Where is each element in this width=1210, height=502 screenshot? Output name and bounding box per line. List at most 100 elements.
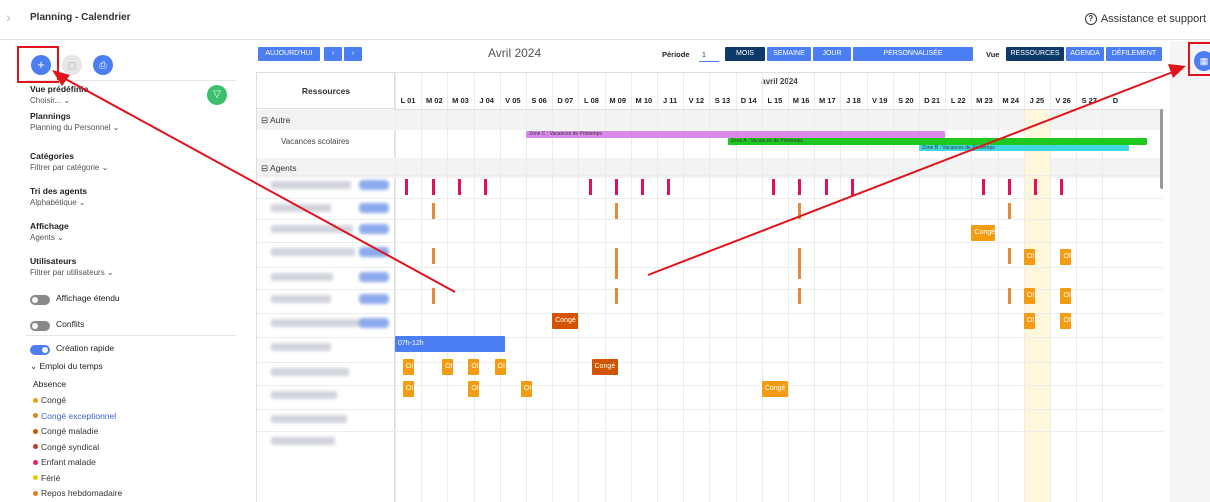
help-link[interactable]: ? Assistance et support [1084, 13, 1206, 25]
vue-defilement[interactable]: DÉFILEMENT [1106, 47, 1162, 61]
agent-name[interactable] [271, 181, 351, 189]
emploi-du-temps[interactable]: ⌄ Emploi du temps [30, 361, 103, 372]
agent-name[interactable] [271, 368, 349, 376]
oi-pill[interactable]: OI [1023, 288, 1035, 304]
oi-pill[interactable]: OI [468, 381, 480, 397]
absence-mark[interactable] [1008, 203, 1012, 219]
scrollbar[interactable] [1160, 109, 1163, 189]
vue-predefinie[interactable]: Vue prédéfinie Choisir... ⌄ [30, 84, 88, 106]
agent-name[interactable] [271, 204, 331, 212]
agent-name[interactable] [271, 437, 335, 445]
absence-mark[interactable] [1008, 248, 1012, 264]
oi-pill[interactable]: OI [1023, 313, 1035, 329]
legend-item[interactable]: Congé [33, 395, 66, 405]
conge-pill[interactable]: Congé [591, 359, 618, 375]
absence-mark[interactable] [798, 179, 802, 195]
group-agents[interactable]: ⊟ Agents [261, 163, 296, 174]
absence-mark[interactable] [431, 248, 435, 264]
zone-b-bar[interactable]: Zone B : Vacances de Printemps [919, 145, 1129, 151]
agent-name[interactable] [271, 319, 361, 327]
absence-mark[interactable] [615, 288, 619, 304]
filter-icon[interactable]: ▽ [207, 85, 227, 105]
categories-select[interactable]: Catégories Filtrer par catégorie ⌄ [30, 151, 108, 173]
zone-a-bar[interactable]: Zone A : Vacances de Printemps [727, 138, 1147, 145]
absence-mark[interactable] [981, 179, 985, 195]
time-slot[interactable]: 07h-12h [395, 336, 505, 352]
legend-item[interactable]: Férié [33, 473, 60, 483]
prev-button[interactable]: ‹ [324, 47, 342, 61]
conge-pill[interactable]: Congé [971, 225, 996, 241]
oi-pill[interactable]: OI [1060, 288, 1072, 304]
legend-item[interactable]: Congé maladie [33, 426, 98, 436]
agent-name[interactable] [271, 415, 347, 423]
agent-name[interactable] [271, 225, 353, 233]
period-input[interactable]: 1 [699, 49, 719, 62]
conge-pill[interactable]: Congé [761, 381, 788, 397]
toggle-conflits[interactable] [30, 321, 50, 331]
legend-item[interactable]: Enfant malade [33, 457, 96, 467]
oi-pill[interactable]: OI [1023, 249, 1035, 265]
absence-mark[interactable] [615, 263, 619, 279]
legend-item[interactable]: Congé syndical [33, 442, 99, 452]
plannings-select[interactable]: Plannings Planning du Personnel ⌄ [30, 111, 119, 133]
oi-pill[interactable]: OI [402, 359, 414, 375]
absence-mark[interactable] [431, 179, 435, 195]
users-select[interactable]: Utilisateurs Filtrer par utilisateurs ⌄ [30, 256, 114, 278]
absence-mark[interactable] [431, 203, 435, 219]
absence-mark[interactable] [850, 179, 854, 195]
absence-mark[interactable] [667, 179, 671, 195]
view-personnalisee[interactable]: PERSONNALISÉE [853, 47, 973, 61]
copy-button[interactable]: ▢ [62, 55, 82, 75]
today-button[interactable]: AUJOURD'HUI [258, 47, 320, 61]
vue-ressources[interactable]: RESSOURCES [1006, 47, 1064, 61]
toggle-affichage-etendu[interactable] [30, 295, 50, 305]
absence-mark[interactable] [798, 288, 802, 304]
absence-mark[interactable] [798, 263, 802, 279]
absence-mark[interactable] [798, 203, 802, 219]
absence-mark[interactable] [405, 179, 409, 195]
legend-item[interactable]: Repos hebdomadaire [33, 488, 122, 498]
toggle-creation-rapide[interactable] [30, 345, 50, 355]
absence-mark[interactable] [484, 179, 488, 195]
oi-pill[interactable]: OI [468, 359, 480, 375]
absence-mark[interactable] [615, 179, 619, 195]
absence-mark[interactable] [1008, 288, 1012, 304]
group-autre[interactable]: ⊟ Autre [261, 115, 290, 126]
oi-pill[interactable]: OI [494, 359, 506, 375]
oi-pill[interactable]: OI [1060, 249, 1072, 265]
print-button[interactable]: ⎙ [93, 55, 113, 75]
next-button[interactable]: › [344, 47, 362, 61]
absence-mark[interactable] [641, 179, 645, 195]
view-jour[interactable]: JOUR [813, 47, 851, 61]
zone-c-bar[interactable]: Zone C : Vacances de Printemps [526, 131, 946, 138]
conge-pill[interactable]: Congé [552, 313, 579, 329]
absence-mark[interactable] [824, 179, 828, 195]
agent-name[interactable] [271, 295, 331, 303]
view-mois[interactable]: MOIS [725, 47, 765, 61]
day-header: L 01 [400, 96, 416, 105]
absence-mark[interactable] [457, 179, 461, 195]
agent-name[interactable] [271, 273, 333, 281]
vue-agenda[interactable]: AGENDA [1066, 47, 1104, 61]
oi-pill[interactable]: OI [520, 381, 532, 397]
absence-mark[interactable] [1034, 179, 1038, 195]
absence-mark[interactable] [798, 248, 802, 264]
agent-name[interactable] [271, 343, 331, 351]
absence-mark[interactable] [1060, 179, 1064, 195]
oi-pill[interactable]: OI [442, 359, 454, 375]
absence-mark[interactable] [588, 179, 592, 195]
view-semaine[interactable]: SEMAINE [767, 47, 811, 61]
legend-item[interactable]: Congé exceptionnel [33, 411, 116, 421]
absence-mark[interactable] [431, 288, 435, 304]
tri-select[interactable]: Tri des agents Alphabétique ⌄ [30, 186, 87, 208]
oi-pill[interactable]: OI [402, 381, 414, 397]
vue-value: Choisir... ⌄ [30, 96, 71, 105]
agent-name[interactable] [271, 248, 355, 256]
absence-mark[interactable] [772, 179, 776, 195]
absence-mark[interactable] [1008, 179, 1012, 195]
absence-mark[interactable] [615, 203, 619, 219]
agent-name[interactable] [271, 391, 337, 399]
oi-pill[interactable]: OI [1060, 313, 1072, 329]
affichage-select[interactable]: Affichage Agents ⌄ [30, 221, 69, 243]
absence-mark[interactable] [615, 248, 619, 264]
